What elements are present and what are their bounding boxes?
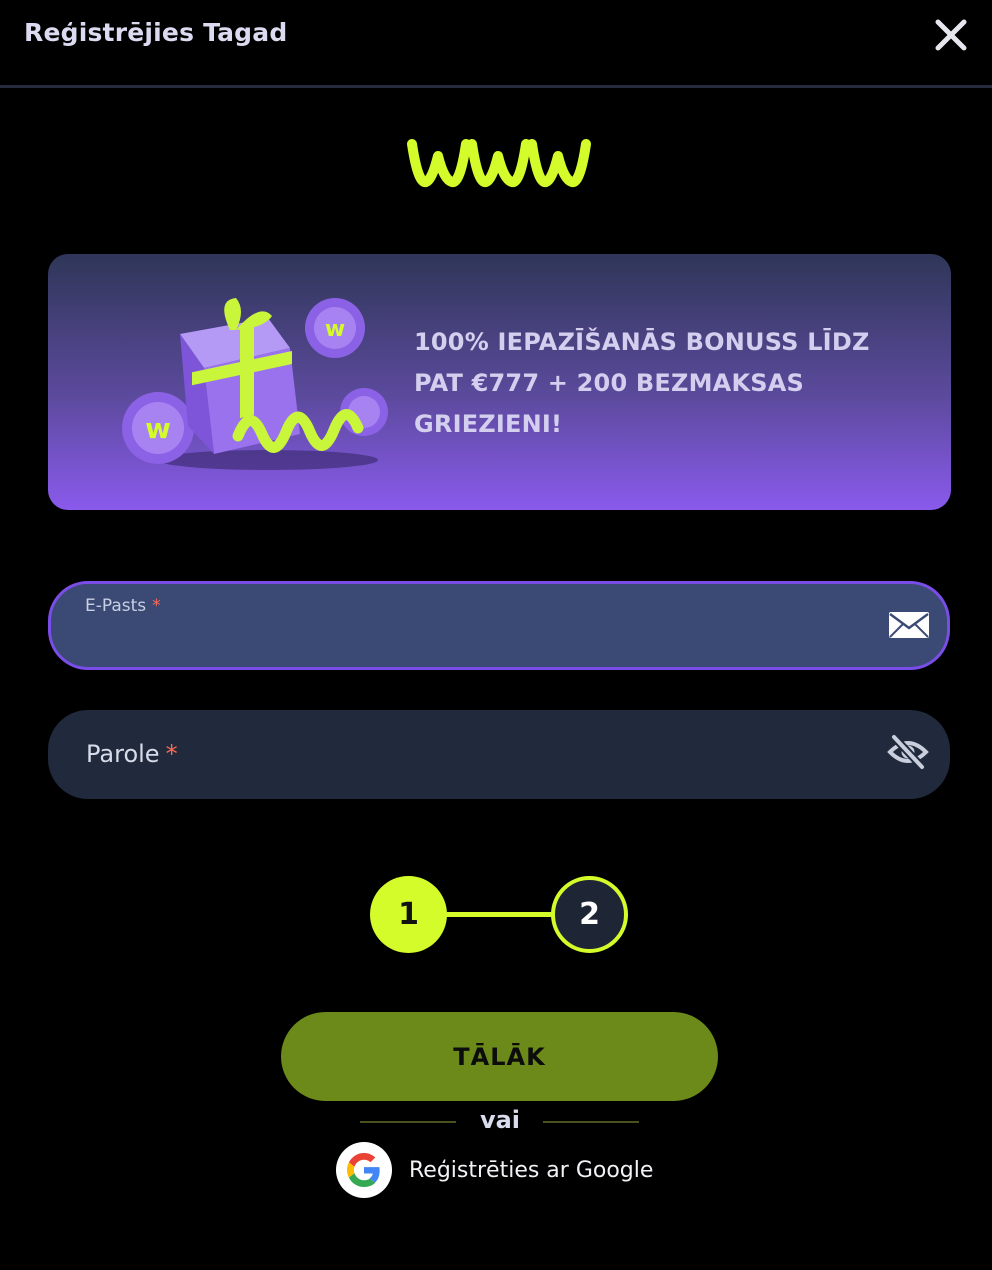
email-field[interactable]: E-Pasts *: [48, 581, 950, 670]
divider-left: [360, 1121, 456, 1123]
bonus-banner: w w 100% IEPAZĪŠANĀS BONUSS LĪDZ PAT €77…: [48, 254, 951, 510]
password-input[interactable]: [82, 750, 862, 786]
divider-right: [543, 1121, 639, 1123]
mail-icon: [889, 612, 929, 638]
next-button[interactable]: TĀLĀK: [281, 1012, 718, 1101]
step-connector: [444, 912, 554, 917]
password-field[interactable]: Parole *: [48, 710, 950, 799]
svg-text:w: w: [325, 317, 345, 342]
registration-stepper: 1 2: [370, 876, 630, 954]
google-icon-container: [336, 1142, 392, 1198]
modal-title: Reģistrējies Tagad: [24, 18, 288, 47]
step-1-indicator: 1: [370, 876, 447, 953]
required-mark: *: [152, 596, 161, 616]
brand-logo: [407, 139, 591, 187]
google-signup-label: Reģistrēties ar Google: [409, 1157, 654, 1183]
or-divider-label: vai: [479, 1106, 521, 1134]
google-icon: [347, 1153, 380, 1187]
eye-off-icon[interactable]: [887, 732, 929, 772]
svg-text:w: w: [145, 412, 171, 445]
email-label: E-Pasts *: [85, 596, 161, 616]
email-input[interactable]: [85, 624, 865, 660]
modal-header: Reģistrējies Tagad: [0, 0, 992, 88]
bonus-text: 100% IEPAZĪŠANĀS BONUSS LĪDZ PAT €777 + …: [414, 328, 870, 438]
close-icon[interactable]: [930, 14, 972, 56]
google-signup-button[interactable]: Reģistrēties ar Google: [336, 1142, 653, 1198]
gift-chips-illustration: w w: [122, 298, 388, 470]
step-2-indicator: 2: [551, 876, 628, 953]
